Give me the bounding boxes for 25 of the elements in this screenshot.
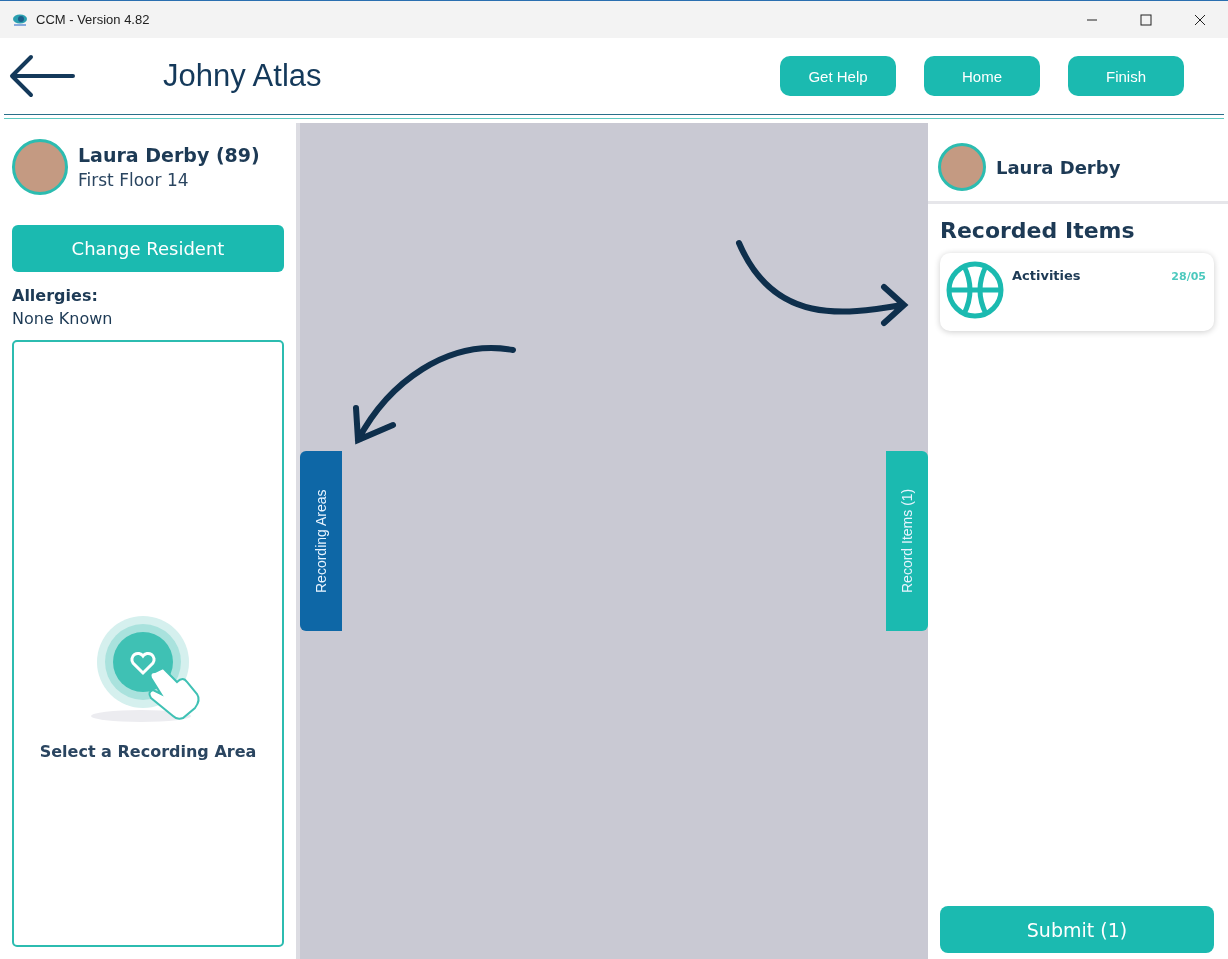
close-icon[interactable] bbox=[1194, 13, 1206, 26]
item-name: Activities bbox=[1012, 268, 1081, 283]
window-title: CCM - Version 4.82 bbox=[36, 12, 150, 27]
allergies-label: Allergies: bbox=[12, 286, 99, 305]
submit-button[interactable]: Submit (1) bbox=[940, 906, 1214, 953]
change-resident-button[interactable]: Change Resident bbox=[12, 225, 284, 272]
resident-name: Laura Derby bbox=[996, 156, 1121, 178]
ball-icon bbox=[946, 261, 1004, 319]
allergies-value: None Known bbox=[12, 309, 114, 328]
header-button[interactable]: Home bbox=[924, 56, 1040, 96]
resident-name: Laura Derby (89) bbox=[78, 144, 260, 166]
avatar bbox=[12, 139, 68, 195]
recorded-item-card[interactable]: Activities 28/05 bbox=[940, 253, 1214, 331]
item-date: 28/05 bbox=[1171, 270, 1206, 283]
empty-state-text: Select a Recording Area bbox=[39, 742, 257, 761]
header-button[interactable]: Finish bbox=[1068, 56, 1184, 96]
record-items-tab[interactable]: Record Items (1) bbox=[886, 451, 928, 631]
recorded-items-heading: Recorded Items bbox=[939, 217, 1136, 245]
back-arrow-icon[interactable] bbox=[9, 54, 75, 98]
maximize-icon[interactable] bbox=[1140, 13, 1152, 26]
page-title: Johny Atlas bbox=[163, 58, 322, 94]
header-button[interactable]: Get Help bbox=[780, 56, 896, 96]
avatar bbox=[938, 143, 986, 191]
recording-areas-tab[interactable]: Recording Areas bbox=[300, 451, 342, 631]
resident-location: First Floor 14 bbox=[78, 170, 190, 190]
